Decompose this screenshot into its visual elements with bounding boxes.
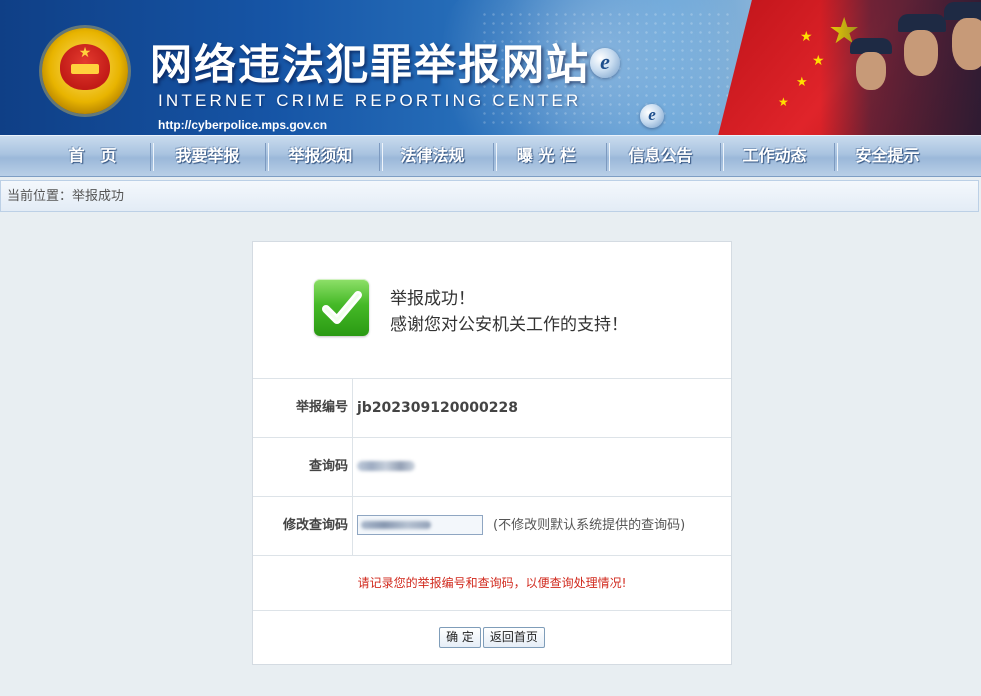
nav-item-announcements[interactable]: 信息公告 — [604, 136, 717, 176]
site-subtitle: INTERNET CRIME REPORTING CENTER — [158, 91, 582, 110]
flag-star-icon: ★ — [800, 29, 813, 45]
nav-item-report[interactable]: 我要举报 — [151, 136, 264, 176]
nav-item-safety-tips[interactable]: 安全提示 — [831, 136, 944, 176]
nav-item-work-news[interactable]: 工作动态 — [718, 136, 831, 176]
checkmark-icon — [314, 279, 369, 336]
modify-query-label: 修改查询码 — [253, 497, 353, 555]
query-code-redacted — [357, 461, 415, 471]
query-code-label: 查询码 — [253, 438, 353, 496]
report-result-panel: 举报成功！ 感谢您对公安机关工作的支持！ 举报编号 jb202309120000… — [252, 241, 732, 665]
e-logo-icon: e — [640, 104, 664, 128]
nav-item-report-guide[interactable]: 举报须知 — [264, 136, 377, 176]
query-code-row: 查询码 — [253, 438, 731, 497]
national-emblem-icon: ★ — [42, 28, 128, 114]
header-banner: e e ★ ★ ★ ★ ★ ★ 网络违法犯罪举报网站 INTERNET CRIM… — [0, 0, 981, 135]
record-notice: 请记录您的举报编号和查询码，以便查询处理情况! — [253, 556, 731, 611]
nav-item-exposure[interactable]: 曝 光 栏 — [490, 136, 603, 176]
site-url: http://cyberpolice.mps.gov.cn — [158, 118, 328, 132]
confirm-button[interactable]: 确 定 — [439, 627, 481, 648]
modify-query-hint: (不修改则默认系统提供的查询码) — [493, 518, 686, 533]
report-id-label: 举报编号 — [253, 379, 353, 437]
main-nav: 首 页 我要举报 举报须知 法律法规 曝 光 栏 信息公告 工作动态 安全提示 — [0, 135, 981, 177]
nav-item-home[interactable]: 首 页 — [36, 136, 149, 176]
success-message: 感谢您对公安机关工作的支持！ — [390, 315, 628, 335]
police-officers-graphic — [820, 0, 981, 135]
flag-star-icon: ★ — [778, 95, 789, 109]
return-home-button[interactable]: 返回首页 — [482, 627, 545, 648]
report-id-row: 举报编号 jb202309120000228 — [253, 379, 731, 438]
modify-query-row: 修改查询码 (不修改则默认系统提供的查询码) — [253, 497, 731, 556]
nav-item-laws[interactable]: 法律法规 — [376, 136, 489, 176]
modify-query-input[interactable] — [357, 515, 483, 535]
e-logo-icon: e — [590, 48, 620, 78]
breadcrumb: 当前位置：举报成功 — [0, 180, 979, 212]
success-section: 举报成功！ 感谢您对公安机关工作的支持！ — [253, 242, 731, 379]
flag-star-icon: ★ — [796, 75, 808, 90]
site-title: 网络违法犯罪举报网站 — [150, 40, 591, 89]
button-bar: 确 定返回首页 — [253, 611, 731, 665]
report-id-value: jb202309120000228 — [357, 400, 518, 416]
success-title: 举报成功！ — [390, 289, 475, 309]
